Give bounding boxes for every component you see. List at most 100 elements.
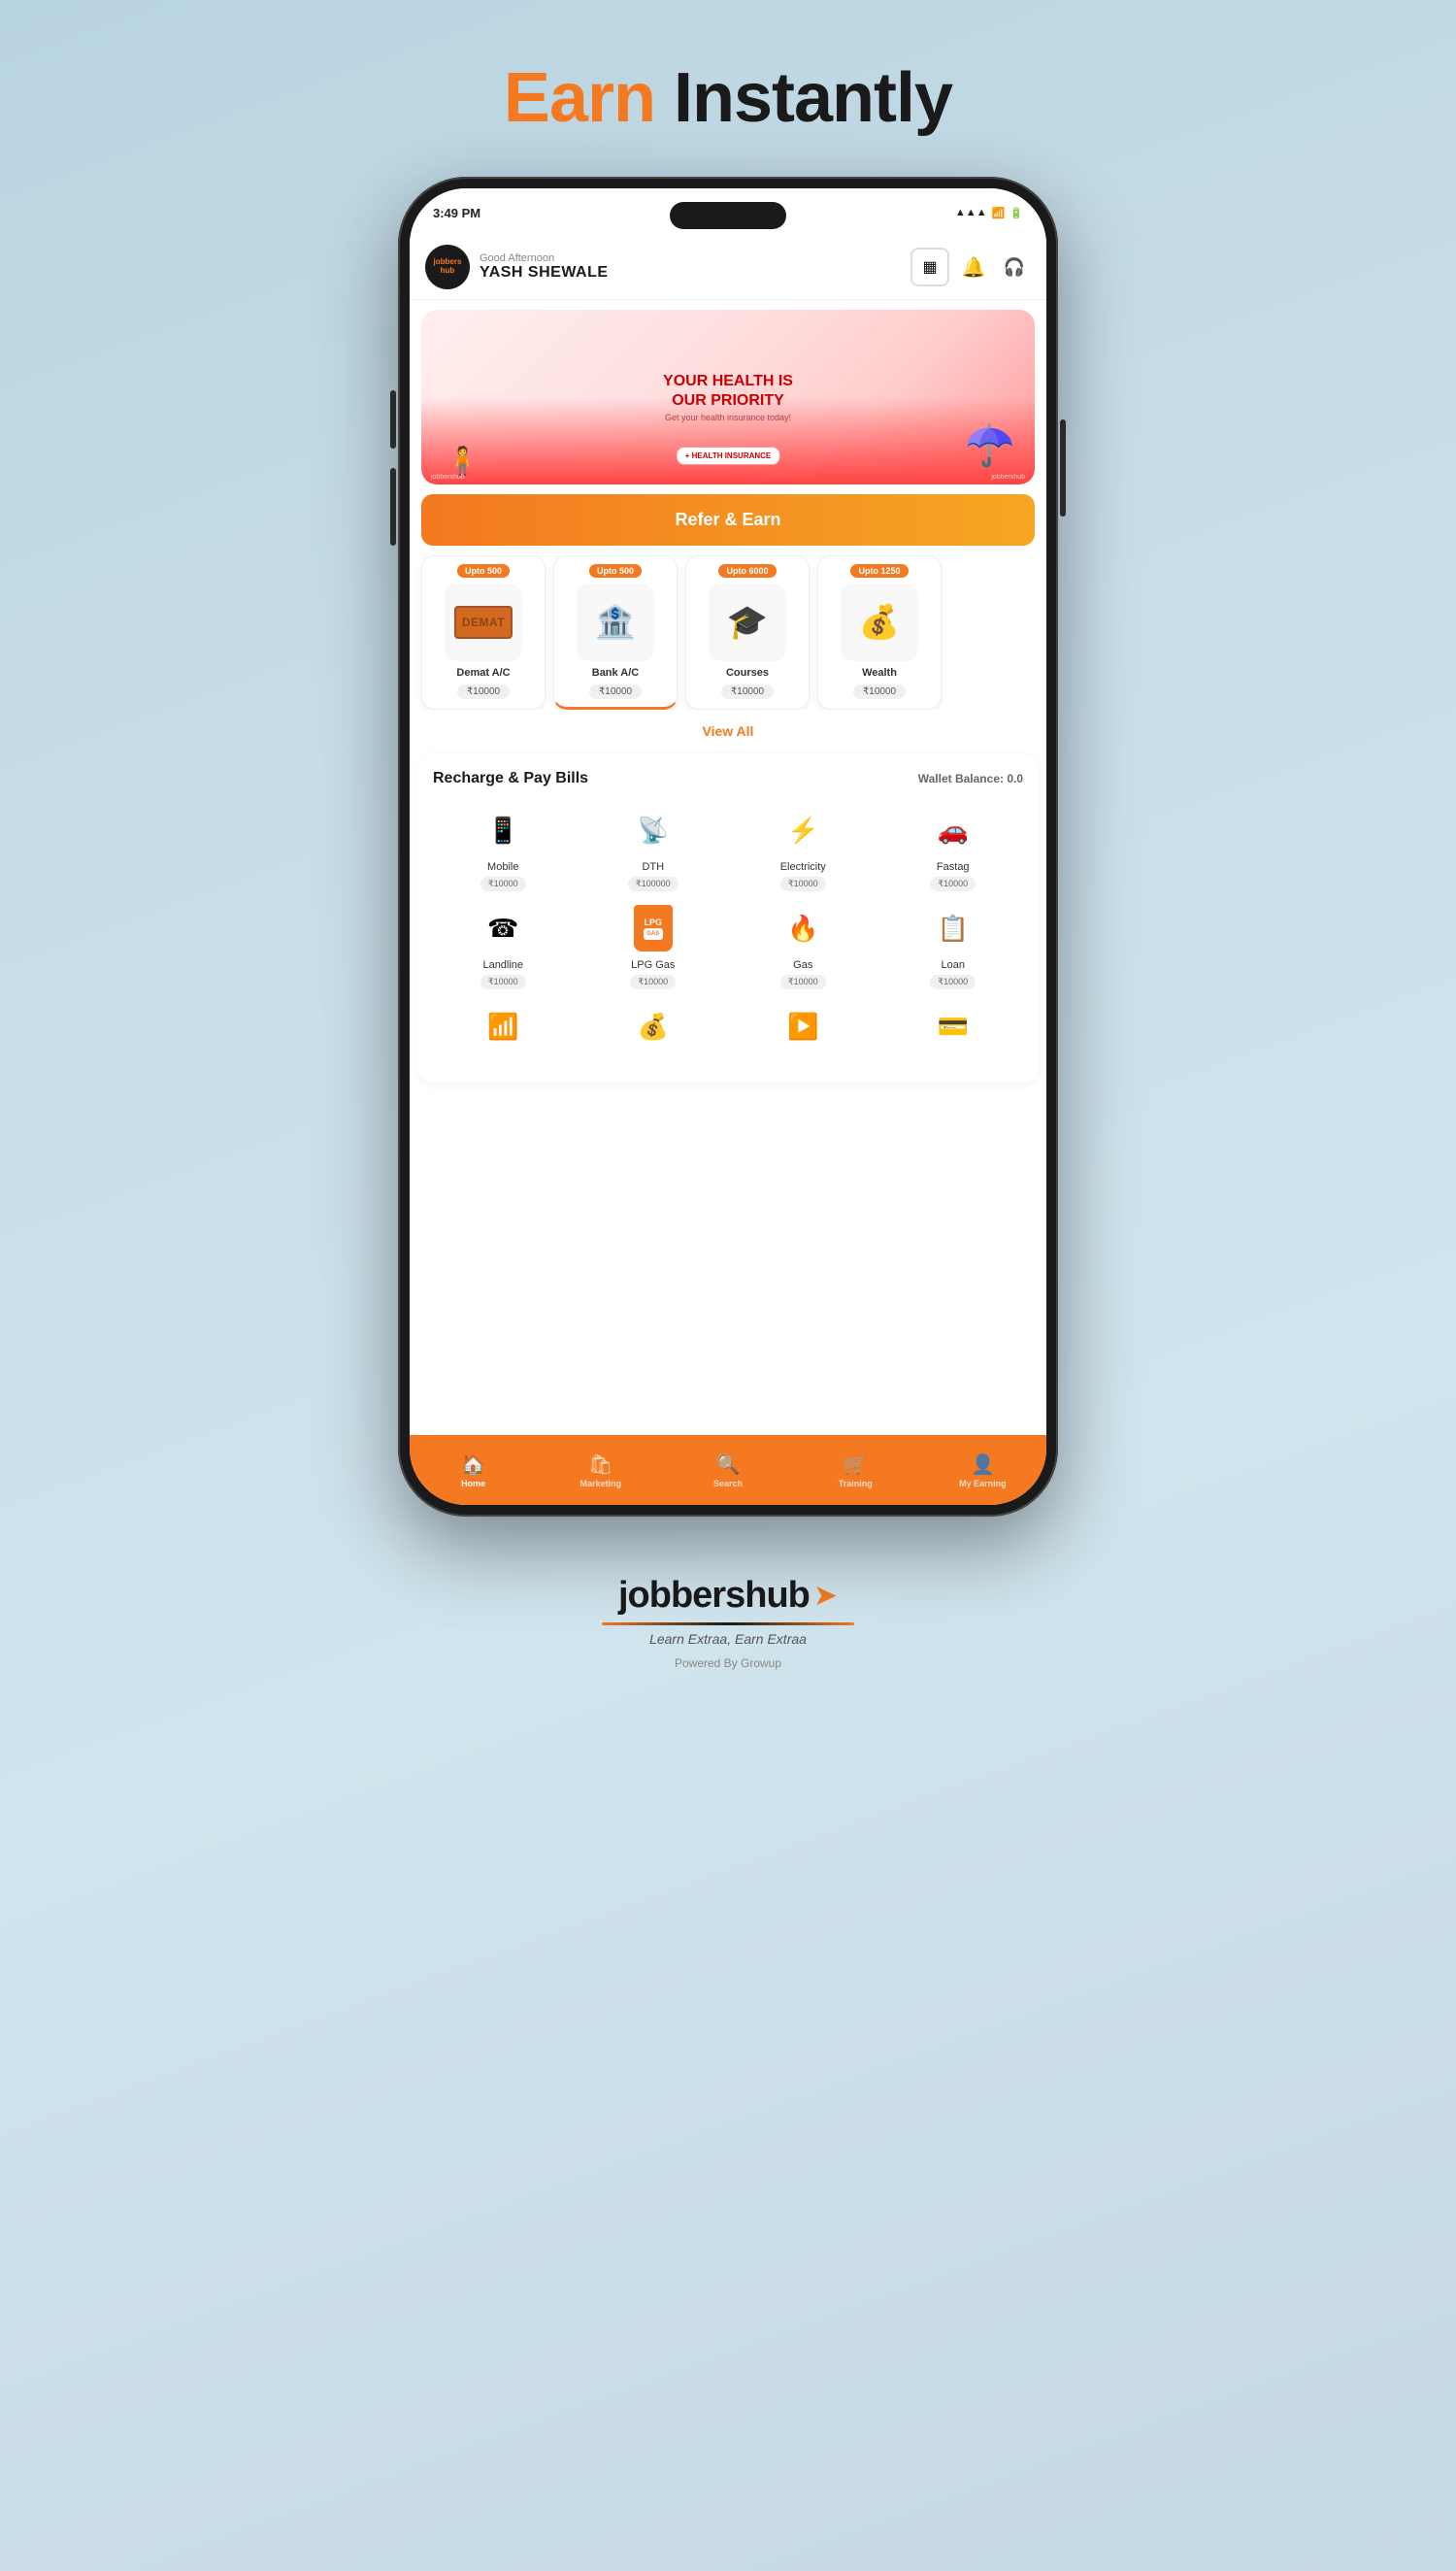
bills-header: Recharge & Pay Bills Wallet Balance: 0.0 [433, 770, 1023, 787]
page-title: Earn Instantly [504, 58, 952, 138]
view-all-button[interactable]: View All [410, 710, 1046, 754]
lpg-bill[interactable]: LPG GAS LPG Gas ₹10000 [583, 901, 724, 989]
demat-amount: ₹10000 [457, 684, 510, 699]
logo-text: jobbershub [434, 258, 462, 276]
mobile-amount: ₹10000 [480, 877, 526, 891]
dth-amount: ₹100000 [628, 877, 678, 891]
volume-up-button [390, 390, 396, 449]
phone-notch [670, 202, 786, 229]
fastag-icon: 🚗 [926, 803, 980, 857]
headset-button[interactable]: 🎧 [998, 250, 1031, 284]
bank-badge: Upto 500 [589, 564, 642, 578]
play-bill[interactable]: ▶️ [733, 999, 874, 1067]
loan-bill[interactable]: 📋 Loan ₹10000 [883, 901, 1024, 989]
demat-card[interactable]: Upto 500 DEMAT Demat A/C ₹10000 [421, 555, 546, 710]
volume-down-button [390, 468, 396, 546]
dth-icon: 📡 [626, 803, 680, 857]
banner-title: YOUR HEALTH ISOUR PRIORITY [663, 372, 793, 409]
qr-button[interactable]: ▦ [910, 248, 949, 286]
service-cards-row: Upto 500 DEMAT Demat A/C ₹10000 Upto 500… [410, 555, 1046, 710]
fastag-bill[interactable]: 🚗 Fastag ₹10000 [883, 803, 1024, 891]
bills-grid: 📱 Mobile ₹10000 📡 DTH ₹100000 ⚡ Electric… [433, 803, 1023, 989]
wealth-badge: Upto 1250 [850, 564, 908, 578]
health-badge: + HEALTH INSURANCE [677, 447, 780, 465]
landline-bill[interactable]: ☎ Landline ₹10000 [433, 901, 574, 989]
earnings-label: My Earning [959, 1479, 1007, 1488]
loan-amount: ₹10000 [930, 975, 976, 989]
search-icon: 🔍 [716, 1452, 741, 1477]
nav-earnings[interactable]: 👤 My Earning [919, 1435, 1046, 1505]
nav-training[interactable]: 🛒 Training [792, 1435, 919, 1505]
lpg-amount: ₹10000 [630, 975, 676, 989]
wifi-icon: 📶 [992, 207, 1006, 219]
nav-marketing[interactable]: 🛍 Marketing [537, 1435, 664, 1505]
footer-logo-row: jobbershub ➤ [618, 1575, 838, 1617]
wealth-amount: ₹10000 [853, 684, 906, 699]
signal-icon: ▲▲▲ [955, 207, 987, 218]
demat-icon: DEMAT [454, 606, 513, 639]
landline-label: Landline [482, 959, 523, 971]
instantly-text: Instantly [655, 59, 952, 137]
nav-home[interactable]: 🏠 Home [410, 1435, 537, 1505]
user-name: YASH SHEWALE [480, 264, 910, 282]
notification-button[interactable]: 🔔 [957, 250, 990, 284]
wifi-bill-icon: 📶 [476, 999, 530, 1053]
wifi-bill[interactable]: 📶 [433, 999, 574, 1067]
footer-underline [602, 1622, 854, 1625]
person-illustration: 🧍 [446, 445, 480, 477]
dth-bill[interactable]: 📡 DTH ₹100000 [583, 803, 724, 891]
courses-card[interactable]: Upto 6000 🎓 Courses ₹10000 [685, 555, 810, 710]
lpg-label: LPG Gas [631, 959, 675, 971]
phone-mockup: 3:49 PM ▲▲▲ 📶 🔋 jobbershub Good Afternoo… [398, 177, 1058, 1517]
loan-icon: 📋 [926, 901, 980, 955]
nav-search[interactable]: 🔍 Search [664, 1435, 791, 1505]
app-logo[interactable]: jobbershub [425, 245, 470, 289]
demat-icon-area: DEMAT [445, 584, 522, 661]
battery-icon: 🔋 [1009, 207, 1023, 219]
bottom-nav: 🏠 Home 🛍 Marketing 🔍 Search 🛒 Training 👤 [410, 1435, 1046, 1505]
wealth-card[interactable]: Upto 1250 💰 Wealth ₹10000 [817, 555, 942, 710]
courses-icon-area: 🎓 [709, 584, 786, 661]
play-icon: ▶️ [776, 999, 830, 1053]
earnings-icon: 👤 [971, 1452, 995, 1477]
banner-subtitle: Get your health insurance today! [663, 413, 793, 422]
lpg-icon: LPG GAS [626, 901, 680, 955]
rupee-bill[interactable]: 💰 [583, 999, 724, 1067]
dth-label: DTH [642, 861, 664, 873]
mobile-bill[interactable]: 📱 Mobile ₹10000 [433, 803, 574, 891]
mobile-icon: 📱 [476, 803, 530, 857]
fastag-label: Fastag [937, 861, 970, 873]
wealth-icon-area: 💰 [841, 584, 918, 661]
bank-label: Bank A/C [592, 667, 640, 679]
footer-arrow-icon: ➤ [813, 1579, 838, 1613]
app-header: jobbershub Good Afternoon YASH SHEWALE ▦… [410, 237, 1046, 300]
gas-label: Gas [793, 959, 812, 971]
banner-text-area: YOUR HEALTH ISOUR PRIORITY Get your heal… [663, 372, 793, 421]
view-all-label: View All [703, 723, 754, 739]
umbrella-illustration: ☂️ [965, 422, 1015, 470]
power-button [1060, 419, 1066, 517]
bank-card[interactable]: Upto 500 🏦 Bank A/C ₹10000 [553, 555, 678, 710]
scroll-area[interactable]: YOUR HEALTH ISOUR PRIORITY Get your heal… [410, 300, 1046, 1435]
health-banner: YOUR HEALTH ISOUR PRIORITY Get your heal… [421, 310, 1035, 484]
header-actions: ▦ 🔔 🎧 [910, 248, 1031, 286]
home-label: Home [461, 1479, 485, 1488]
electricity-icon: ⚡ [776, 803, 830, 857]
electricity-bill[interactable]: ⚡ Electricity ₹10000 [733, 803, 874, 891]
rupee-icon: 💰 [626, 999, 680, 1053]
gas-icon: 🔥 [776, 901, 830, 955]
landline-amount: ₹10000 [480, 975, 526, 989]
gas-bill[interactable]: 🔥 Gas ₹10000 [733, 901, 874, 989]
bell-icon: 🔔 [962, 255, 986, 280]
demat-badge: Upto 500 [457, 564, 510, 578]
card-bill[interactable]: 💳 [883, 999, 1024, 1067]
headset-icon: 🎧 [1004, 257, 1025, 278]
footer-tagline: Learn Extraa, Earn Extraa [649, 1631, 807, 1647]
banner-brand-right: jobbershub [991, 474, 1025, 481]
refer-earn-button[interactable]: Refer & Earn [421, 494, 1035, 546]
bank-icon-area: 🏦 [577, 584, 654, 661]
mobile-label: Mobile [487, 861, 518, 873]
training-icon: 🛒 [844, 1452, 868, 1477]
courses-badge: Upto 6000 [718, 564, 776, 578]
electricity-amount: ₹10000 [780, 877, 826, 891]
